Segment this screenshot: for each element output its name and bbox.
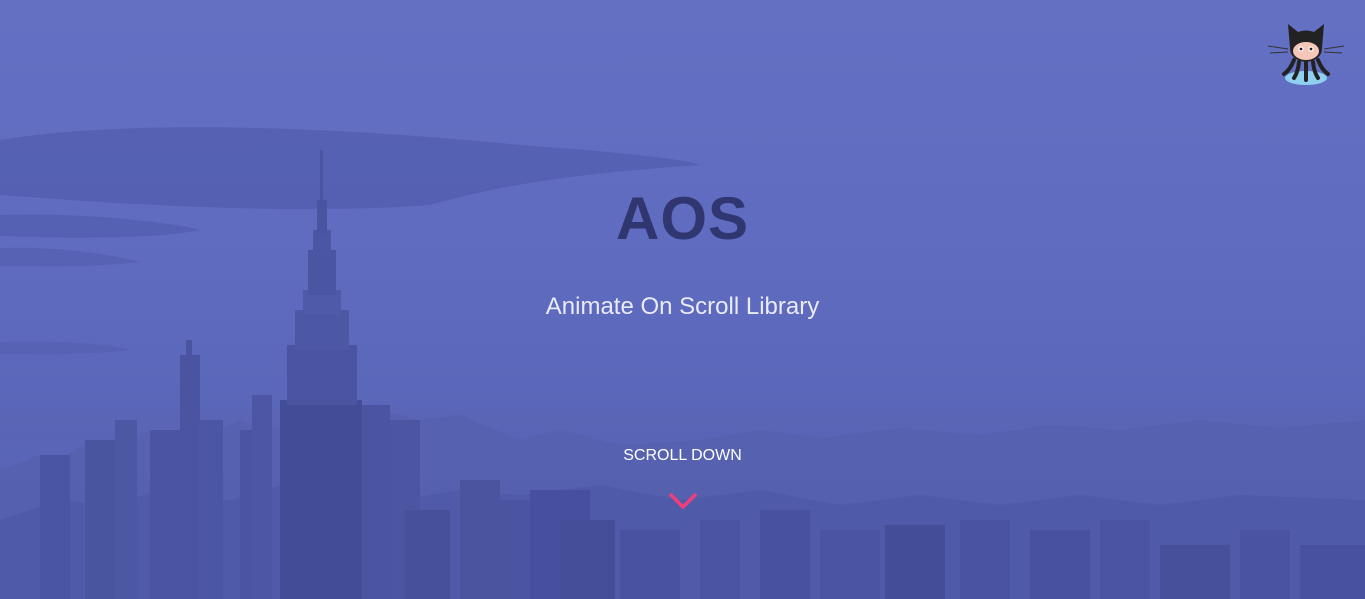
scroll-down-button[interactable]	[668, 489, 698, 513]
page-subtitle: Animate On Scroll Library	[545, 293, 820, 320]
chevron-down-icon	[669, 493, 697, 509]
scroll-down-label[interactable]: SCROLL DOWN	[0, 446, 1365, 466]
github-link[interactable]	[1266, 18, 1346, 88]
page-title: AOS	[615, 185, 750, 252]
github-octocat-icon	[1267, 24, 1345, 85]
